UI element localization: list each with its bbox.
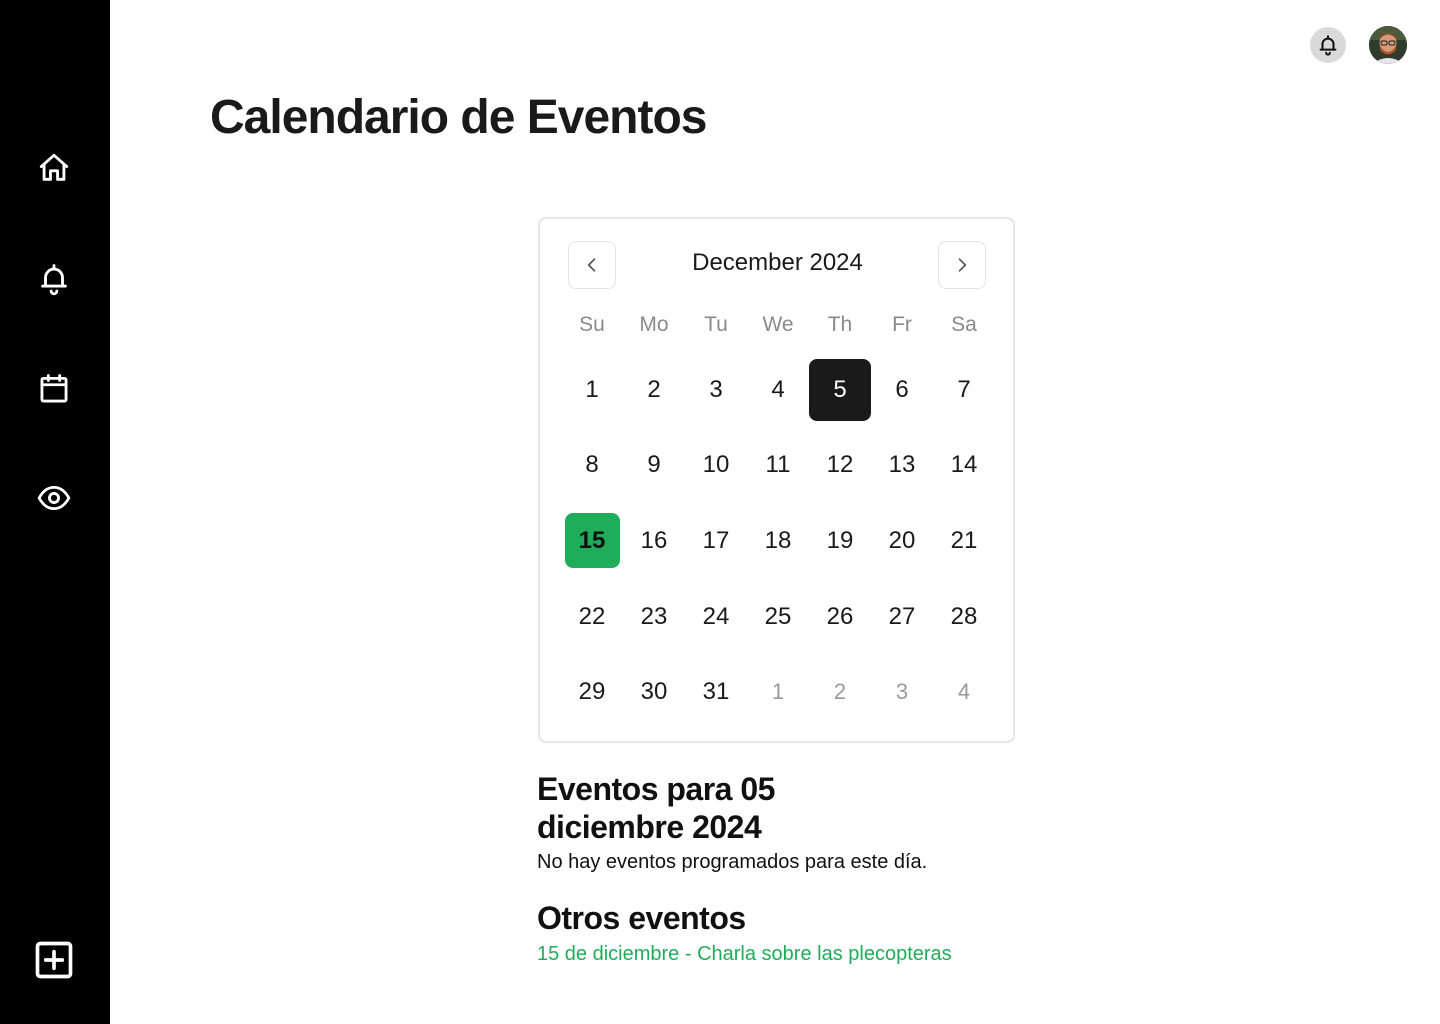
plus-square-icon [35,941,73,979]
weekday-label: Th [827,313,853,336]
avatar[interactable] [1369,26,1407,64]
sidebar-item-notifications[interactable] [31,256,77,302]
calendar-month-label: December 2024 [692,249,863,276]
chevron-left-icon [587,258,596,272]
calendar-day[interactable]: 18 [747,503,809,579]
weekday-label: Sa [951,313,977,336]
calendar-day-event[interactable]: 15 [561,503,623,579]
calendar: December 2024 Su Mo Tu We Th Fr Sa 1 2 3… [538,217,1015,743]
calendar-day[interactable]: 17 [685,503,747,579]
calendar-day[interactable]: 12 [809,428,871,504]
calendar-days-grid: 1 2 3 4 5 6 7 8 9 10 11 12 13 14 15 16 1… [561,352,995,730]
calendar-day[interactable]: 8 [561,428,623,504]
calendar-day[interactable]: 31 [685,654,747,730]
eye-icon [37,485,71,511]
calendar-day[interactable]: 10 [685,428,747,504]
calendar-day[interactable]: 30 [623,654,685,730]
next-month-button[interactable] [938,241,986,289]
calendar-day[interactable]: 23 [623,579,685,655]
weekday-label: Mo [639,313,669,336]
calendar-day[interactable]: 13 [871,428,933,504]
weekday-label: Tu [704,313,728,336]
notifications-button[interactable] [1310,27,1346,63]
calendar-day[interactable]: 26 [809,579,871,655]
calendar-day[interactable]: 16 [623,503,685,579]
sidebar-item-calendar[interactable] [31,366,77,412]
previous-month-button[interactable] [568,241,616,289]
weekday-header: Su Mo Tu We Th Fr Sa [561,313,995,337]
chevron-right-icon [958,258,967,272]
calendar-day[interactable]: 6 [871,352,933,428]
calendar-day-next-month[interactable]: 1 [747,654,809,730]
sidebar-item-home[interactable] [31,145,77,191]
weekday-label: Su [579,313,605,336]
calendar-day[interactable]: 2 [623,352,685,428]
calendar-day[interactable]: 27 [871,579,933,655]
calendar-day[interactable]: 20 [871,503,933,579]
calendar-day[interactable]: 1 [561,352,623,428]
add-event-button[interactable] [31,937,77,983]
calendar-day[interactable]: 11 [747,428,809,504]
weekday-label: We [762,313,794,336]
calendar-day[interactable]: 7 [933,352,995,428]
calendar-day[interactable]: 21 [933,503,995,579]
sidebar-item-view[interactable] [31,475,77,521]
bell-icon [41,264,67,296]
other-events-title: Otros eventos [537,900,746,936]
bell-icon [1319,35,1337,56]
calendar-icon [40,374,68,403]
events-heading: Eventos para 05 diciembre 2024 [537,770,837,846]
calendar-day-next-month[interactable]: 3 [871,654,933,730]
calendar-day[interactable]: 4 [747,352,809,428]
calendar-day[interactable]: 19 [809,503,871,579]
sidebar [0,0,110,1024]
calendar-day-next-month[interactable]: 4 [933,654,995,730]
calendar-day[interactable]: 9 [623,428,685,504]
calendar-day[interactable]: 3 [685,352,747,428]
calendar-day-next-month[interactable]: 2 [809,654,871,730]
calendar-day[interactable]: 29 [561,654,623,730]
calendar-day[interactable]: 22 [561,579,623,655]
events-heading-prefix: Eventos para [537,771,732,807]
calendar-day-selected[interactable]: 5 [809,352,871,428]
events-empty-message: No hay eventos programados para este día… [537,851,928,873]
home-icon [39,153,69,181]
calendar-day[interactable]: 28 [933,579,995,655]
calendar-day[interactable]: 25 [747,579,809,655]
user-avatar-image [1369,26,1407,64]
other-event-link[interactable]: 15 de diciembre - Charla sobre las pleco… [537,943,952,966]
calendar-day[interactable]: 14 [933,428,995,504]
weekday-label: Fr [892,313,912,336]
page-title: Calendario de Eventos [210,91,707,144]
calendar-day[interactable]: 24 [685,579,747,655]
